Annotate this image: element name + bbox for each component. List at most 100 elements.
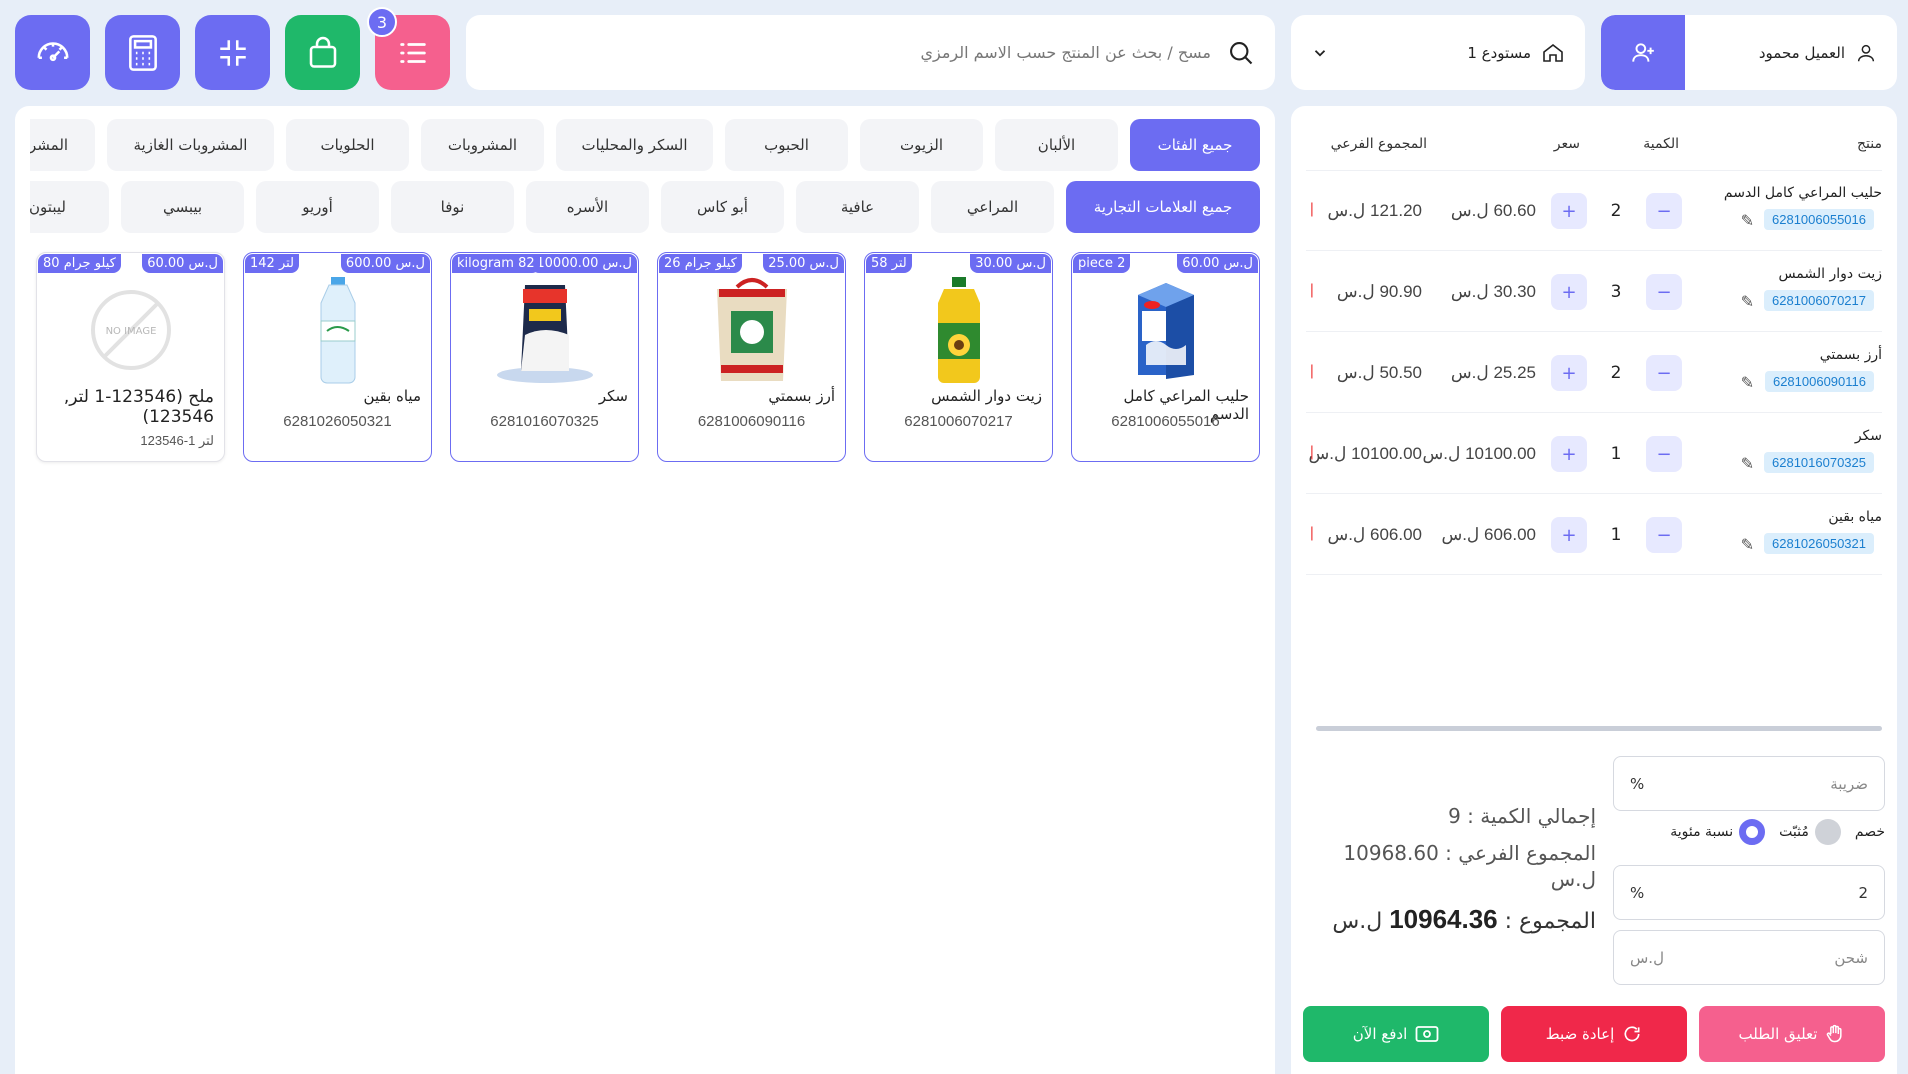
remove-item-icon[interactable]: ❘ xyxy=(1306,201,1318,217)
category-beverages-2[interactable]: المشروبات xyxy=(30,119,95,171)
increase-qty-button[interactable]: + xyxy=(1551,355,1587,391)
edit-icon[interactable]: ✎ xyxy=(1741,373,1754,392)
product-name: ملح (123546-1 لتر, 123546) xyxy=(63,387,214,427)
decrease-qty-button[interactable]: − xyxy=(1646,355,1682,391)
brand-abu-kas[interactable]: أبو كاس xyxy=(661,181,784,233)
increase-qty-button[interactable]: + xyxy=(1551,274,1587,310)
product-card[interactable]: 60.00 ل.س 80 كيلو جرام NO IMAGE ملح (123… xyxy=(36,252,225,462)
category-sweets[interactable]: الحلويات xyxy=(286,119,409,171)
category-dairy[interactable]: الألبان xyxy=(995,119,1118,171)
edit-icon[interactable]: ✎ xyxy=(1741,211,1754,230)
search-input[interactable] xyxy=(611,43,1211,62)
cart-item-code: 6281016070325 xyxy=(1764,452,1874,473)
cart-item-price: 60.60 ل.س xyxy=(1450,201,1536,220)
cart-scrollbar[interactable] xyxy=(1316,726,1882,731)
pay-now-label: ادفع الآن xyxy=(1352,1025,1408,1043)
increase-qty-button[interactable]: + xyxy=(1551,193,1587,229)
remove-item-icon[interactable]: ❘ xyxy=(1306,444,1318,460)
decrease-qty-button[interactable]: − xyxy=(1646,274,1682,310)
remove-item-icon[interactable]: ❘ xyxy=(1306,525,1318,541)
orders-button[interactable] xyxy=(285,15,360,90)
brand-all[interactable]: جميع العلامات التجارية xyxy=(1066,181,1260,233)
summary-subtotal: المجموع الفرعي : 10968.60 ل.س xyxy=(1343,841,1596,891)
hand-icon xyxy=(1827,1024,1843,1043)
add-customer-button[interactable] xyxy=(1601,15,1685,90)
remove-item-icon[interactable]: ❘ xyxy=(1306,282,1318,298)
discount-value: 2 xyxy=(1858,883,1868,902)
hold-order-label: تعليق الطلب xyxy=(1738,1025,1818,1043)
customer-select[interactable]: العميل محمود xyxy=(1601,15,1897,90)
category-beverages[interactable]: المشروبات xyxy=(421,119,544,171)
product-image-sugar xyxy=(490,275,600,385)
remove-item-icon[interactable]: ❘ xyxy=(1306,363,1318,379)
header-subtotal: المجموع الفرعي xyxy=(1330,136,1427,152)
category-sugar[interactable]: السكر والمحليات xyxy=(556,119,713,171)
header-qty: الكمية xyxy=(1643,136,1679,152)
cart-item-subtotal: 606.00 ل.س xyxy=(1327,525,1422,544)
category-tabs: جميع الفئات الألبان الزيوت الحبوب السكر … xyxy=(30,119,1260,171)
brand-pepsi[interactable]: بيبسي xyxy=(121,181,244,233)
increase-qty-button[interactable]: + xyxy=(1551,517,1587,553)
fullscreen-button[interactable] xyxy=(195,15,270,90)
price-tag: 600.00 ل.س xyxy=(340,254,430,273)
stock-tag: piece 2 xyxy=(1073,254,1131,273)
header-price: سعر xyxy=(1553,136,1580,152)
user-icon xyxy=(1857,44,1875,61)
decrease-qty-button[interactable]: − xyxy=(1646,193,1682,229)
fixed-radio[interactable] xyxy=(1814,819,1841,845)
discount-unit: % xyxy=(1630,883,1645,902)
cart-item-qty: 1 xyxy=(1610,444,1622,464)
warehouse-label: مستودع 1 xyxy=(1467,43,1531,62)
total-currency: ل.س xyxy=(1332,909,1383,934)
search-icon xyxy=(1230,41,1253,64)
product-card[interactable]: 600.00 ل.س 142 لتر مياه بقين 62810260503… xyxy=(243,252,432,462)
product-name: مياه بقين xyxy=(363,387,421,405)
edit-icon[interactable]: ✎ xyxy=(1741,454,1754,473)
brand-almarai[interactable]: المراعي xyxy=(931,181,1054,233)
decrease-qty-button[interactable]: − xyxy=(1646,517,1682,553)
category-all[interactable]: جميع الفئات xyxy=(1130,119,1260,171)
warehouse-select[interactable]: مستودع 1 xyxy=(1291,15,1585,90)
category-oils[interactable]: الزيوت xyxy=(860,119,983,171)
discount-field[interactable]: 2 % xyxy=(1613,865,1885,920)
reset-button[interactable]: إعادة ضبط xyxy=(1501,1006,1687,1062)
category-soft-drinks[interactable]: المشروبات الغازية xyxy=(107,119,274,171)
cart-item-qty: 2 xyxy=(1610,363,1622,383)
brand-alosra[interactable]: الأسره xyxy=(526,181,649,233)
edit-icon[interactable]: ✎ xyxy=(1741,535,1754,554)
brand-oreo[interactable]: أوريو xyxy=(256,181,379,233)
price-tag: 60.00 ل.س xyxy=(1177,254,1258,273)
increase-qty-button[interactable]: + xyxy=(1551,436,1587,472)
tax-field[interactable]: ضريبة % xyxy=(1613,756,1885,811)
cart-item-subtotal: 121.20 ل.س xyxy=(1327,201,1422,220)
list-badge: 3 xyxy=(367,7,397,37)
product-card[interactable]: 25.00 ل.س 26 كيلو جرام أرز بسمتي 6281006… xyxy=(657,252,846,462)
pay-now-button[interactable]: ادفع الآن xyxy=(1303,1006,1489,1062)
list-button[interactable]: 3 xyxy=(367,7,450,90)
dashboard-button[interactable] xyxy=(15,15,90,90)
cart-row: زيت دوار الشمس 6281006070217 ✎ − 3 +30.30 ل.س… xyxy=(1306,252,1882,332)
calculator-button[interactable] xyxy=(105,15,180,90)
total-label: المجموع : xyxy=(1504,909,1596,934)
cart-item-price: 10100.00 ل.س xyxy=(1422,444,1536,463)
brand-nova[interactable]: نوفا xyxy=(391,181,514,233)
total-value: 10964.36 xyxy=(1389,904,1498,934)
shipping-field[interactable]: شحن ل.س xyxy=(1613,930,1885,985)
hold-order-button[interactable]: تعليق الطلب xyxy=(1699,1006,1885,1062)
edit-icon[interactable]: ✎ xyxy=(1741,292,1754,311)
cart-item-subtotal: 50.50 ل.س xyxy=(1336,363,1422,382)
product-card[interactable]: 60.00 ل.س piece 2 حليب المراعي كامل الدس… xyxy=(1071,252,1260,462)
search-bar[interactable] xyxy=(466,15,1275,90)
discount-label: خصم xyxy=(1854,824,1885,840)
brand-afia[interactable]: عافية xyxy=(796,181,919,233)
decrease-qty-button[interactable]: − xyxy=(1646,436,1682,472)
category-grains[interactable]: الحبوب xyxy=(725,119,848,171)
shipping-unit: ل.س xyxy=(1630,948,1664,967)
svg-text:NO IMAGE: NO IMAGE xyxy=(105,326,156,337)
brand-lipton[interactable]: ليبتون xyxy=(30,181,109,233)
cart-panel: منتج الكمية سعر المجموع الفرعي حليب المر… xyxy=(1291,106,1897,1074)
percent-radio[interactable] xyxy=(1739,819,1766,845)
product-card[interactable]: 30.00 ل.س 58 لتر زيت دوار الشمس 62810060… xyxy=(864,252,1053,462)
product-name: أرز بسمتي xyxy=(768,387,835,405)
product-card[interactable]: 10000.00 ل.س kilogram 82 سكر 62810160703… xyxy=(450,252,639,462)
